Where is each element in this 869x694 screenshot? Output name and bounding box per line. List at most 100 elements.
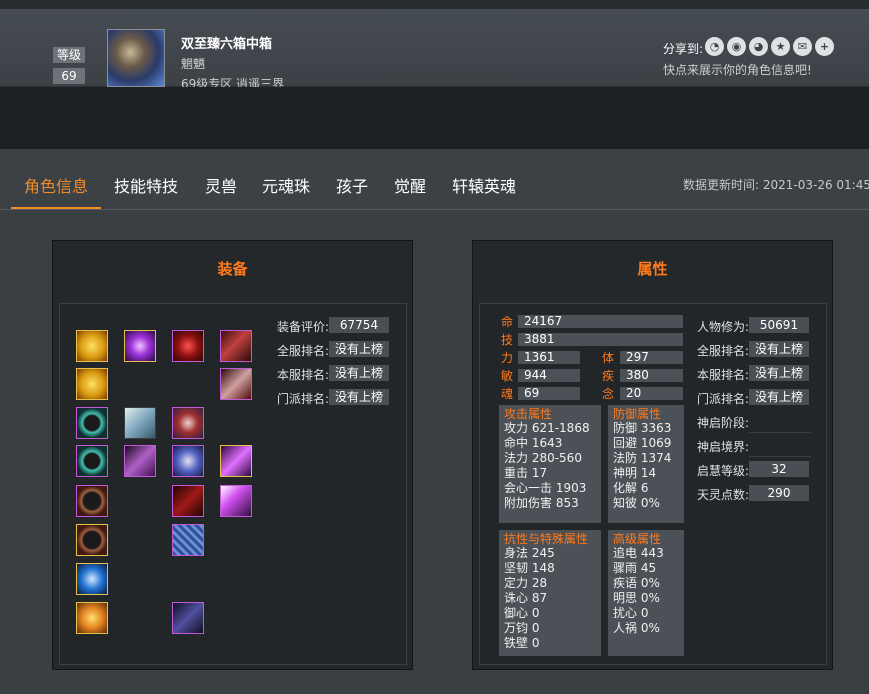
character-avatar bbox=[107, 29, 165, 87]
blue-pants-icon[interactable] bbox=[172, 524, 204, 556]
attr-server-rank-value: 没有上榜 bbox=[749, 341, 809, 357]
con-label: 体 bbox=[602, 351, 615, 365]
equipment-title: 装备 bbox=[217, 260, 248, 278]
feather-icon[interactable] bbox=[124, 407, 156, 439]
advanced-row: 追电 443 bbox=[613, 546, 664, 560]
resist-row: 坚韧 148 bbox=[504, 561, 555, 575]
defense-row: 知彼 0% bbox=[613, 496, 660, 510]
tencent-weibo-icon[interactable]: ✉ bbox=[793, 37, 812, 56]
jade-ring-icon[interactable] bbox=[76, 407, 108, 439]
tab-awakening[interactable]: 觉醒 bbox=[394, 173, 426, 197]
tab-pets[interactable]: 灵兽 bbox=[205, 173, 237, 197]
advanced-row: 疾语 0% bbox=[613, 576, 660, 590]
attributes-title: 属性 bbox=[637, 260, 668, 278]
ornate-belt-icon[interactable] bbox=[172, 407, 204, 439]
advanced-row: 明思 0% bbox=[613, 591, 660, 605]
red-gauntlet-icon[interactable] bbox=[172, 485, 204, 517]
tab-soul-orb[interactable]: 元魂珠 bbox=[262, 173, 310, 197]
weibo-icon[interactable]: ◕ bbox=[749, 37, 768, 56]
enlight-value: 32 bbox=[749, 461, 809, 477]
divine-stage-divider bbox=[749, 432, 811, 433]
equip-local-rank-value: 没有上榜 bbox=[329, 365, 389, 381]
mace-icon[interactable] bbox=[220, 330, 252, 362]
share-label: 分享到: bbox=[663, 42, 704, 56]
defense-row: 回避 1069 bbox=[613, 436, 672, 450]
spirit-value: 290 bbox=[749, 485, 809, 501]
purple-orb-icon[interactable] bbox=[124, 330, 156, 362]
attr-server-rank-label: 全服排名: bbox=[697, 344, 750, 358]
hp-label: 命 bbox=[501, 315, 514, 329]
red-armor-icon[interactable] bbox=[172, 330, 204, 362]
dark-boots-icon[interactable] bbox=[172, 602, 204, 634]
level-label: 等级 bbox=[53, 47, 85, 63]
resist-attributes-box: 抗性与特殊属性 身法 245 坚韧 148 定力 28 诛心 87 御心 0 万… bbox=[499, 530, 601, 656]
plus-icon[interactable]: + bbox=[815, 37, 834, 56]
advanced-row: 人祸 0% bbox=[613, 621, 660, 635]
defense-row: 防御 3363 bbox=[613, 421, 672, 435]
resist-row: 定力 28 bbox=[504, 576, 548, 590]
character-header: 等级 69 双至臻六箱中箱 魍魉 69级专区 逍遥三界 分享到: ◔ ◉ ◕ ★… bbox=[0, 9, 869, 91]
cultivation-value: 50691 bbox=[749, 317, 809, 333]
divine-realm-divider bbox=[749, 456, 811, 457]
defense-row: 神明 14 bbox=[613, 466, 657, 480]
qzone-icon[interactable]: ★ bbox=[771, 37, 790, 56]
str-value: 1361 bbox=[518, 351, 580, 364]
dark-band bbox=[0, 87, 869, 149]
purple-gauntlet-icon[interactable] bbox=[124, 445, 156, 477]
bronze-ring-icon[interactable] bbox=[76, 524, 108, 556]
tab-children[interactable]: 孩子 bbox=[336, 173, 368, 197]
equip-server-rank-label: 全服排名: bbox=[277, 344, 330, 358]
purple-crystal-icon[interactable] bbox=[220, 445, 252, 477]
player-name: 双至臻六箱中箱 bbox=[181, 37, 273, 52]
str-label: 力 bbox=[501, 351, 514, 365]
tab-character-info[interactable]: 角色信息 bbox=[24, 173, 88, 197]
equip-local-rank-label: 本服排名: bbox=[277, 368, 330, 382]
tab-skills[interactable]: 技能特技 bbox=[114, 173, 178, 197]
attributes-panel: 属性 命 24167 技 3881 力 1361 体 297 敏 944 疾 3… bbox=[472, 240, 833, 670]
attack-attributes-box: 攻击属性 攻力 621-1868 命中 1643 法力 280-560 重击 1… bbox=[499, 405, 601, 523]
level-value: 69 bbox=[53, 68, 85, 84]
top-strip bbox=[0, 0, 869, 9]
gold-coin-icon[interactable] bbox=[76, 368, 108, 400]
blue-pendant-icon[interactable] bbox=[76, 563, 108, 595]
divine-stage-label: 神启阶段: bbox=[697, 416, 750, 430]
resist-row: 铁壁 0 bbox=[504, 636, 540, 650]
soul-value: 69 bbox=[518, 387, 580, 400]
equip-sect-rank-value: 没有上榜 bbox=[329, 389, 389, 405]
resist-row: 诛心 87 bbox=[504, 591, 548, 605]
skill-label: 技 bbox=[501, 333, 514, 347]
defense-attributes-title: 防御属性 bbox=[613, 407, 662, 421]
mind-value: 20 bbox=[620, 387, 683, 400]
equip-sect-rank-label: 门派排名: bbox=[277, 392, 330, 406]
twin-blades-icon[interactable] bbox=[220, 368, 252, 400]
tab-xuanyuan[interactable]: 轩辕英魂 bbox=[452, 173, 516, 197]
attack-row: 重击 17 bbox=[504, 466, 548, 480]
tab-bar: 角色信息 技能特技 灵兽 元魂珠 孩子 觉醒 轩辕英魂 数据更新时间: 2021… bbox=[0, 149, 869, 210]
attack-row: 会心一击 1903 bbox=[504, 481, 587, 495]
share-hint: 快点来展示你的角色信息吧! bbox=[663, 63, 812, 77]
attack-row: 附加伤害 853 bbox=[504, 496, 579, 510]
divine-realm-label: 神启境界: bbox=[697, 440, 750, 454]
bronze-ring-icon[interactable] bbox=[76, 485, 108, 517]
hp-value: 24167 bbox=[518, 315, 683, 328]
wechat-icon[interactable]: ◔ bbox=[705, 37, 724, 56]
agi-label: 敏 bbox=[501, 369, 514, 383]
resist-row: 万钧 0 bbox=[504, 621, 540, 635]
attr-sect-rank-label: 门派排名: bbox=[697, 392, 750, 406]
defense-attributes-box: 防御属性 防御 3363 回避 1069 法防 1374 神明 14 化解 6 … bbox=[608, 405, 684, 523]
qq-icon[interactable]: ◉ bbox=[727, 37, 746, 56]
spirit-label: 天灵点数: bbox=[697, 488, 750, 502]
skill-value: 3881 bbox=[518, 333, 683, 346]
player-class: 魍魉 bbox=[181, 57, 206, 71]
jade-ring-icon[interactable] bbox=[76, 445, 108, 477]
advanced-attributes-title: 高级属性 bbox=[613, 532, 662, 546]
agi-value: 944 bbox=[518, 369, 580, 382]
mind-label: 念 bbox=[602, 387, 615, 401]
advanced-row: 骤雨 45 bbox=[613, 561, 657, 575]
blue-helmet-icon[interactable] bbox=[172, 445, 204, 477]
fox-mask-icon[interactable] bbox=[76, 602, 108, 634]
attack-row: 攻力 621-1868 bbox=[504, 421, 590, 435]
gold-coin-icon[interactable] bbox=[76, 330, 108, 362]
attack-row: 命中 1643 bbox=[504, 436, 563, 450]
purple-flame-icon[interactable] bbox=[220, 485, 252, 517]
